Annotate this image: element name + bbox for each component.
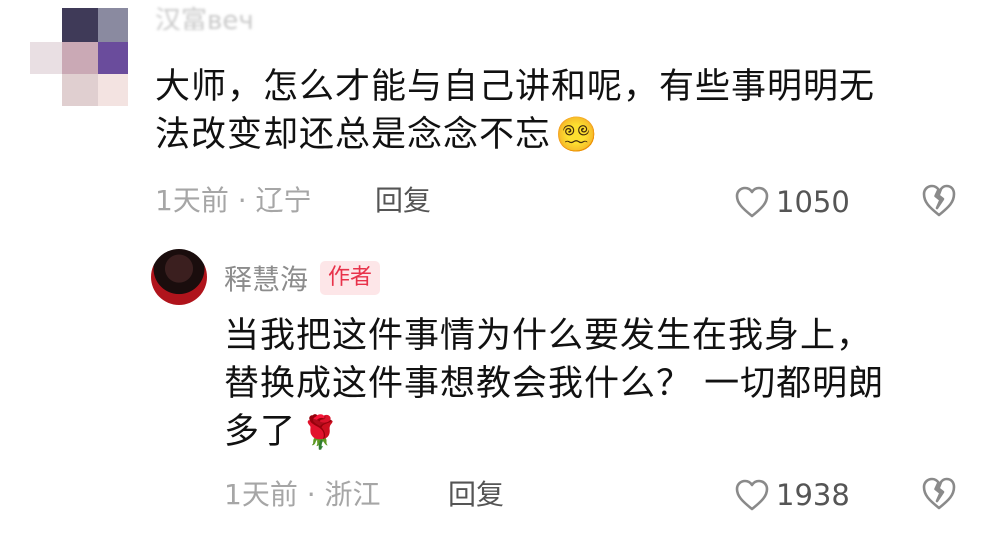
rose-emoji: 🌹: [300, 413, 341, 451]
comment-text-line-2: 法改变却还总是念念不忘: [155, 115, 552, 155]
reply-reply-button[interactable]: 回复: [448, 475, 504, 515]
reply-text-line-1: 当我把这件事情为什么要发生在我身上，: [224, 316, 873, 356]
comment-time-location: 1天前 · 辽宁: [155, 184, 312, 217]
author-badge: 作者: [320, 261, 381, 295]
reply-time-location: 1天前 · 浙江: [224, 478, 381, 511]
reply-button[interactable]: 回复: [375, 181, 431, 221]
reply-text-line-3: 多了: [224, 412, 297, 452]
reply-text-line-3-wrap: 多了 🌹: [224, 408, 341, 456]
broken-heart-icon: [922, 477, 956, 510]
reply-header: 释慧海 作者: [224, 258, 381, 298]
dislike-button[interactable]: [920, 182, 960, 222]
reply-text-line-2: 替换成这件事想教会我什么？ 一切都明朗: [224, 364, 885, 404]
reply-like-button[interactable]: 1938: [734, 475, 850, 515]
dizzy-face-emoji: 😵‍💫: [555, 115, 599, 155]
author-avatar[interactable]: [151, 249, 207, 305]
heart-outline-icon: [735, 479, 769, 511]
broken-heart-icon: [922, 184, 956, 217]
comment-username[interactable]: 汉富веч: [155, 0, 254, 30]
comment-text-line-1: 大师，怎么才能与自己讲和呢，有些事明明无: [155, 67, 876, 107]
avatar[interactable]: [30, 8, 142, 108]
reply-author-name[interactable]: 释慧海: [224, 258, 308, 298]
like-button[interactable]: 1050: [734, 182, 850, 222]
like-count: 1050: [776, 185, 850, 219]
heart-outline-icon: [735, 186, 769, 218]
comment-text-line-2-wrap: 法改变却还总是念念不忘 😵‍💫: [155, 111, 598, 159]
reply-like-count: 1938: [776, 478, 850, 512]
reply-dislike-button[interactable]: [920, 475, 960, 515]
